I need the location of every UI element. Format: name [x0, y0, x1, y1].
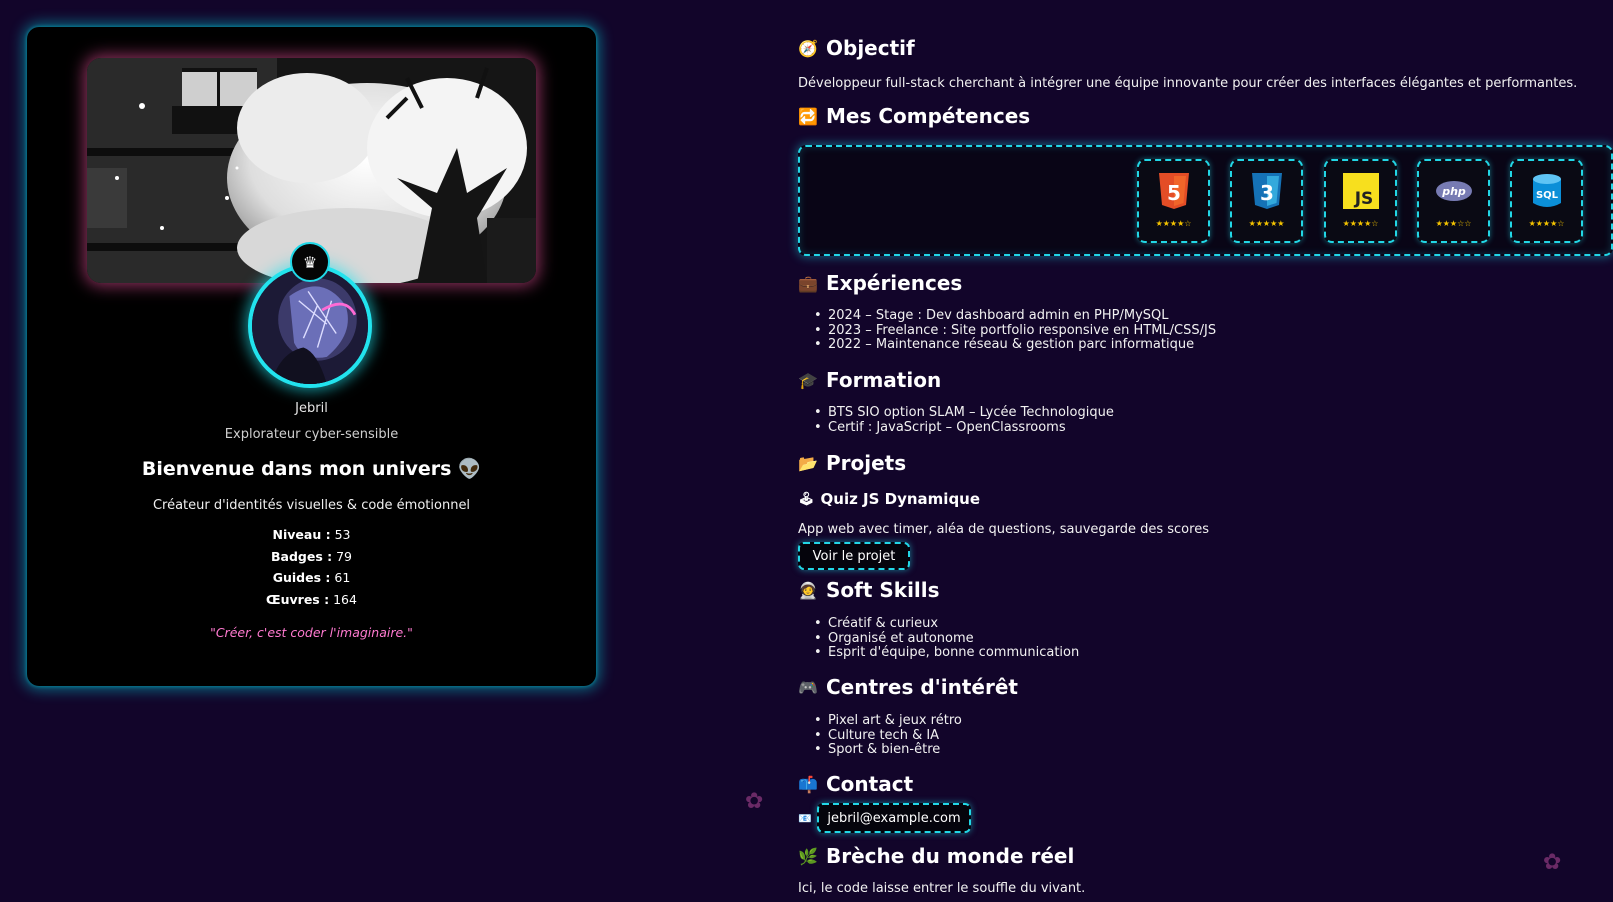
skill-card-php[interactable]: php ★★★☆☆	[1417, 159, 1490, 243]
profile-stats: Niveau : 53 Badges : 79 Guides : 61 Œuvr…	[27, 524, 596, 610]
project-description: App web avec timer, aléa de questions, s…	[798, 522, 1209, 537]
section-title-projets: 📂 Projets	[798, 451, 906, 475]
stat-label: Œuvres :	[266, 591, 330, 607]
section-title-experiences: 💼 Expériences	[798, 271, 962, 295]
list-item: Esprit d'équipe, bonne communication	[812, 645, 1079, 661]
section-title-text: Objectif	[826, 36, 915, 60]
php-icon: php	[1435, 171, 1473, 211]
section-title-breche: 🌿 Brèche du monde réel	[798, 844, 1074, 868]
section-title-text: Brèche du monde réel	[826, 844, 1075, 868]
skill-rating: ★★★★☆	[1342, 219, 1379, 228]
welcome-text: Bienvenue dans mon univers	[141, 458, 452, 480]
section-title-text: Mes Compétences	[826, 104, 1031, 128]
list-item: Pixel art & jeux rétro	[812, 713, 962, 729]
skill-rating: ★★★★☆	[1528, 219, 1565, 228]
js-icon: JS	[1342, 171, 1380, 211]
stat-row: Niveau : 53	[27, 524, 596, 546]
skill-card-js[interactable]: JS ★★★★☆	[1324, 159, 1397, 243]
folder-icon: 📂	[798, 453, 818, 473]
skill-rating: ★★★★★	[1248, 219, 1285, 228]
list-item: 2023 – Freelance : Site portfolio respon…	[812, 323, 1216, 339]
section-title-text: Centres d'intérêt	[826, 675, 1018, 699]
email-link[interactable]: jebril@example.com	[817, 803, 971, 833]
list-item: BTS SIO option SLAM – Lycée Technologiqu…	[812, 405, 1114, 421]
view-project-button[interactable]: Voir le projet	[798, 542, 910, 570]
alien-icon: 👽	[457, 458, 482, 480]
stat-value: 164	[333, 591, 357, 607]
stat-row: Badges : 79	[27, 546, 596, 568]
svg-text:php: php	[1441, 185, 1466, 198]
email-icon: 📧	[798, 812, 812, 825]
section-title-text: Contact	[826, 772, 914, 796]
objectif-text: Développeur full-stack cherchant à intég…	[798, 76, 1578, 91]
section-title-text: Formation	[826, 368, 942, 392]
interets-list: Pixel art & jeux rétro Culture tech & IA…	[812, 713, 962, 758]
stat-value: 79	[336, 548, 353, 564]
css3-icon: 3	[1248, 171, 1286, 211]
profile-subtitle: Créateur d'identités visuelles & code ém…	[152, 498, 471, 513]
sql-database-icon: SQL	[1528, 171, 1566, 211]
formation-list: BTS SIO option SLAM – Lycée Technologiqu…	[812, 405, 1114, 436]
list-item: Organisé et autonome	[812, 631, 1079, 647]
repeat-icon: 🔁	[798, 106, 818, 126]
project-title: 🕹 Quiz JS Dynamique	[798, 490, 980, 508]
profile-card: ♛ Jebril Explorateur cyber-sensible Bien…	[27, 27, 596, 686]
section-title-formation: 🎓 Formation	[798, 368, 941, 392]
stat-label: Badges :	[270, 548, 333, 564]
list-item: Certif : JavaScript – OpenClassrooms	[812, 420, 1114, 436]
stat-row: Œuvres : 164	[27, 589, 596, 611]
section-title-text: Projets	[826, 451, 907, 475]
list-item: 2024 – Stage : Dev dashboard admin en PH…	[812, 308, 1216, 324]
list-item: Culture tech & IA	[812, 728, 962, 744]
section-title-text: Expériences	[826, 271, 963, 295]
profile-quote: "Créer, c'est coder l'imaginaire."	[210, 625, 413, 640]
astronaut-icon: 🧑‍🚀	[798, 580, 818, 600]
section-title-interets: 🎮 Centres d'intérêt	[798, 675, 1018, 699]
stat-label: Niveau :	[272, 527, 331, 542]
html5-icon: 5	[1155, 171, 1193, 211]
flower-icon: ✿	[745, 789, 764, 814]
skills-carousel[interactable]: 5 ★★★★☆ 3 ★★★★★ JS ★★★★☆ php ★★★☆☆ SQL ★…	[798, 145, 1613, 256]
section-title-objectif: 🧭 Objectif	[798, 36, 915, 60]
gamepad-icon: 🎮	[798, 677, 818, 697]
experiences-list: 2024 – Stage : Dev dashboard admin en PH…	[812, 308, 1216, 353]
soft-skills-list: Créatif & curieux Organisé et autonome E…	[812, 616, 1079, 661]
svg-text:3: 3	[1260, 181, 1274, 205]
stat-row: Guides : 61	[27, 567, 596, 589]
herb-icon: 🌿	[798, 846, 818, 866]
list-item: 2022 – Maintenance réseau & gestion parc…	[812, 337, 1216, 353]
section-title-soft-skills: 🧑‍🚀 Soft Skills	[798, 578, 940, 602]
skill-card-css3[interactable]: 3 ★★★★★	[1230, 159, 1303, 243]
list-item: Créatif & curieux	[812, 616, 1079, 632]
svg-text:JS: JS	[1354, 189, 1374, 209]
skill-rating: ★★★☆☆	[1435, 219, 1472, 228]
section-title-competences: 🔁 Mes Compétences	[798, 104, 1030, 128]
profile-name: Jebril	[295, 401, 328, 416]
skill-rating: ★★★★☆	[1155, 219, 1192, 228]
skill-card-html5[interactable]: 5 ★★★★☆	[1137, 159, 1210, 243]
svg-text:5: 5	[1167, 181, 1181, 205]
stat-value: 61	[334, 570, 351, 585]
mailbox-icon: 📫	[798, 774, 818, 794]
skill-card-sql[interactable]: SQL ★★★★☆	[1510, 159, 1583, 243]
graduation-cap-icon: 🎓	[798, 370, 818, 390]
joystick-icon: 🕹	[798, 491, 815, 507]
section-title-text: Soft Skills	[826, 578, 940, 602]
profile-tagline: Explorateur cyber-sensible	[224, 427, 399, 442]
compass-icon: 🧭	[798, 38, 818, 58]
stat-label: Guides :	[272, 570, 331, 585]
welcome-heading: Bienvenue dans mon univers 👽	[27, 457, 596, 480]
breche-text: Ici, le code laisse entrer le souffle du…	[798, 881, 1086, 896]
crown-icon: ♛	[290, 242, 330, 282]
briefcase-icon: 💼	[798, 273, 818, 293]
stat-value: 53	[334, 527, 351, 542]
avatar	[248, 264, 372, 388]
svg-text:SQL: SQL	[1536, 190, 1559, 201]
project-title-text: Quiz JS Dynamique	[820, 490, 981, 508]
section-title-contact: 📫 Contact	[798, 772, 913, 796]
flower-icon: ✿	[1543, 850, 1562, 875]
list-item: Sport & bien-être	[812, 742, 962, 758]
